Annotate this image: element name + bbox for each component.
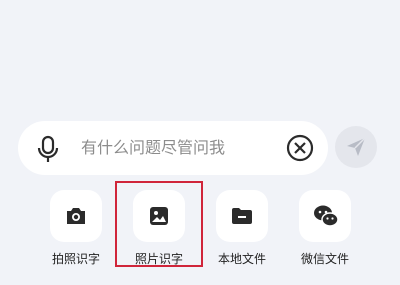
- microphone-icon[interactable]: [36, 135, 60, 163]
- camera-icon: [67, 208, 85, 224]
- tool-local-file[interactable]: 本地文件: [214, 190, 270, 267]
- tool-label: 拍照识字: [51, 252, 100, 266]
- send-button[interactable]: [335, 126, 377, 168]
- wechat-icon: [314, 205, 339, 227]
- search-input[interactable]: 有什么问题尽管问我: [81, 136, 225, 160]
- camera-tile[interactable]: [50, 190, 102, 242]
- send-icon: [347, 137, 366, 156]
- clear-icon[interactable]: [286, 134, 314, 162]
- folder-tile[interactable]: [216, 190, 268, 242]
- folder-icon: [232, 208, 252, 224]
- tool-wechat-file[interactable]: 微信文件: [297, 190, 353, 267]
- wechat-tile[interactable]: [299, 190, 351, 242]
- tool-label: 本地文件: [217, 252, 266, 266]
- tool-label: 微信文件: [300, 252, 349, 266]
- highlight-box: [115, 181, 203, 267]
- tool-photo-ocr[interactable]: 拍照识字: [48, 190, 104, 267]
